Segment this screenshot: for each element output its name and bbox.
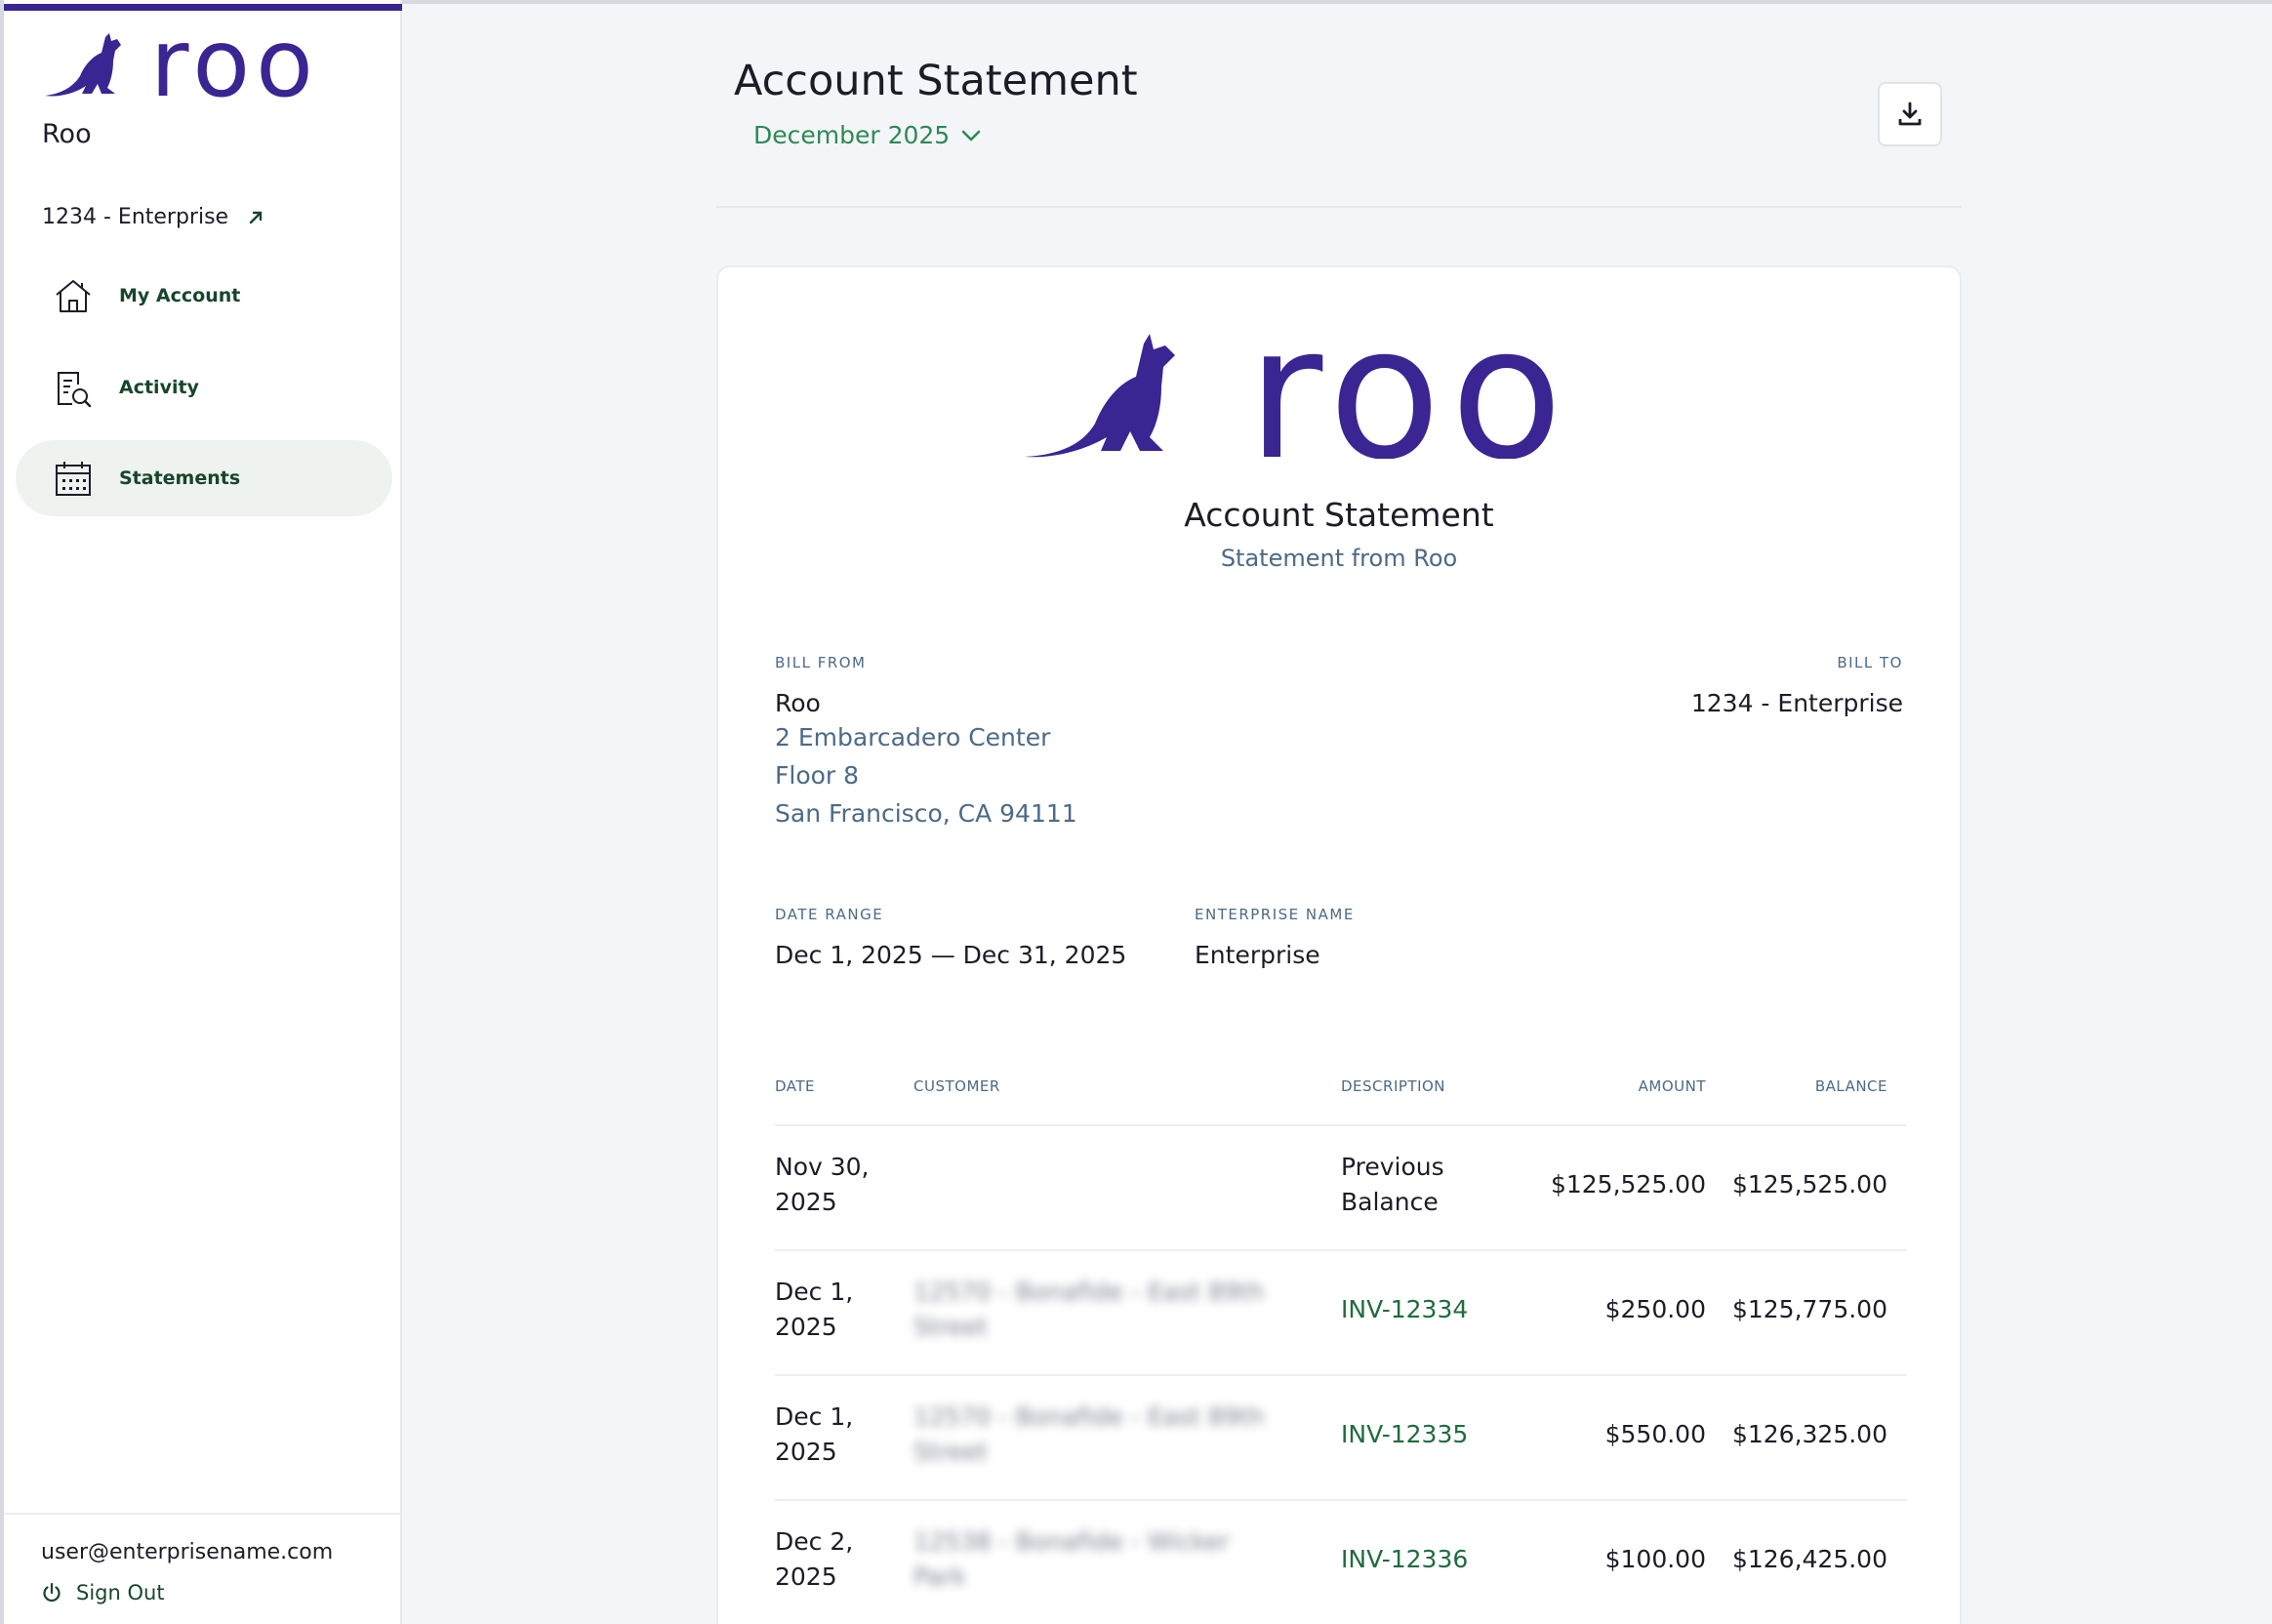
sidebar: roo Roo 1234 - Enterprise My Account Act… xyxy=(4,0,402,1624)
column-header-date: DATE xyxy=(775,1077,816,1095)
statement-card: roo Account Statement Statement from Roo… xyxy=(716,265,1962,1624)
date-range-block: DATE RANGE Dec 1, 2025 — Dec 31, 2025 xyxy=(775,906,1126,969)
bill-to-block: BILL TO 1234 - Enterprise xyxy=(1691,654,1903,717)
org-name: Roo xyxy=(42,119,92,149)
table-row: Dec 2, 2025 12538 - Bonafide - Wicker Pa… xyxy=(775,1501,1907,1624)
account-link[interactable]: 1234 - Enterprise xyxy=(42,205,265,229)
bill-from-address-3: San Francisco, CA 94111 xyxy=(775,799,1077,828)
sign-out-label: Sign Out xyxy=(76,1581,165,1604)
user-email: user@enterprisename.com xyxy=(41,1540,334,1564)
row-balance: $126,425.00 xyxy=(1731,1545,1887,1573)
nav-label: My Account xyxy=(119,285,241,306)
row-invoice-link[interactable]: INV-12335 xyxy=(1341,1417,1536,1452)
row-balance: $126,325.00 xyxy=(1731,1420,1887,1448)
row-amount: $125,525.00 xyxy=(1550,1170,1706,1198)
statement-subtitle: Statement from Roo xyxy=(1220,545,1458,572)
nav-item-my-account[interactable]: My Account xyxy=(16,258,392,334)
row-date: Dec 1, 2025 xyxy=(775,1278,854,1341)
column-header-amount: AMOUNT xyxy=(1638,1077,1706,1095)
row-balance: $125,775.00 xyxy=(1731,1295,1887,1323)
table-row: Dec 1, 2025 12570 - Bonafide - East 89th… xyxy=(775,1251,1907,1376)
bill-from-address-2: Floor 8 xyxy=(775,761,860,790)
row-balance: $125,525.00 xyxy=(1731,1170,1887,1198)
row-invoice-link[interactable]: INV-12334 xyxy=(1341,1292,1536,1327)
svg-text:roo: roo xyxy=(1247,322,1572,459)
row-customer: 12570 - Bonafide - East 89th Street xyxy=(913,1402,1265,1466)
external-arrow-icon xyxy=(249,211,263,223)
bill-to-label: BILL TO xyxy=(1837,654,1903,671)
date-range-label: DATE RANGE xyxy=(775,906,884,923)
row-amount: $550.00 xyxy=(1604,1420,1706,1448)
bill-from-block: BILL FROM Roo 2 Embarcadero Center Floor… xyxy=(775,654,1077,832)
nav-item-statements[interactable]: Statements xyxy=(16,440,392,516)
statement-title: Account Statement xyxy=(1184,496,1494,534)
header-divider xyxy=(716,206,1962,208)
document-search-icon xyxy=(58,372,92,408)
row-customer: 12538 - Bonafide - Wicker Park xyxy=(913,1527,1231,1591)
calendar-icon xyxy=(56,462,91,496)
bill-from-name: Roo xyxy=(775,689,821,717)
brand-accent-bar xyxy=(4,4,402,11)
nav-item-activity[interactable]: Activity xyxy=(16,349,392,426)
chevron-down-icon xyxy=(961,130,981,141)
house-icon xyxy=(56,280,91,312)
enterprise-name-value: Enterprise xyxy=(1195,941,1320,969)
column-header-balance: BALANCE xyxy=(1814,1077,1887,1095)
bill-from-label: BILL FROM xyxy=(775,654,867,671)
nav-label: Activity xyxy=(119,377,199,398)
nav-label: Statements xyxy=(119,467,241,489)
sidebar-footer: user@enterprisename.com Sign Out xyxy=(4,1513,400,1624)
row-invoice-link[interactable]: INV-12336 xyxy=(1341,1542,1536,1577)
table-header: DATE CUSTOMER DESCRIPTION AMOUNT BALANCE xyxy=(775,1077,1907,1126)
column-header-customer: CUSTOMER xyxy=(913,1077,1000,1095)
svg-text:roo: roo xyxy=(150,27,319,105)
row-date: Nov 30, 2025 xyxy=(775,1153,870,1216)
date-range-value: Dec 1, 2025 — Dec 31, 2025 xyxy=(775,941,1127,969)
table-row: Nov 30, 2025 Previous Balance $125,525.0… xyxy=(775,1126,1907,1251)
row-amount: $250.00 xyxy=(1604,1295,1706,1323)
bill-to-value: 1234 - Enterprise xyxy=(1690,689,1903,717)
roo-logo-icon: roo xyxy=(1025,322,1572,459)
enterprise-name-label: ENTERPRISE NAME xyxy=(1195,906,1355,923)
page-title: Account Statement xyxy=(734,57,1138,105)
month-dropdown[interactable]: December 2025 xyxy=(753,121,983,149)
month-dropdown-value: December 2025 xyxy=(753,121,951,149)
row-date: Dec 2, 2025 xyxy=(775,1527,854,1591)
row-description: Previous Balance xyxy=(1341,1153,1444,1216)
row-customer: 12570 - Bonafide - East 89th Street xyxy=(913,1278,1265,1341)
roo-logo-icon[interactable]: roo xyxy=(41,27,373,105)
column-header-description: DESCRIPTION xyxy=(1341,1077,1446,1095)
row-amount: $100.00 xyxy=(1604,1545,1706,1573)
download-icon xyxy=(1898,102,1922,126)
power-icon xyxy=(43,1582,61,1603)
enterprise-name-block: ENTERPRISE NAME Enterprise xyxy=(1195,906,1355,969)
window-frame-top xyxy=(402,0,2272,4)
account-link-label: 1234 - Enterprise xyxy=(42,205,229,229)
download-button[interactable] xyxy=(1878,82,1942,146)
transactions-table: DATE CUSTOMER DESCRIPTION AMOUNT BALANCE… xyxy=(775,1077,1907,1624)
row-date: Dec 1, 2025 xyxy=(775,1402,854,1466)
sign-out-button[interactable]: Sign Out xyxy=(41,1581,165,1604)
bill-from-address-1: 2 Embarcadero Center xyxy=(775,723,1051,751)
table-row: Dec 1, 2025 12570 - Bonafide - East 89th… xyxy=(775,1376,1907,1501)
